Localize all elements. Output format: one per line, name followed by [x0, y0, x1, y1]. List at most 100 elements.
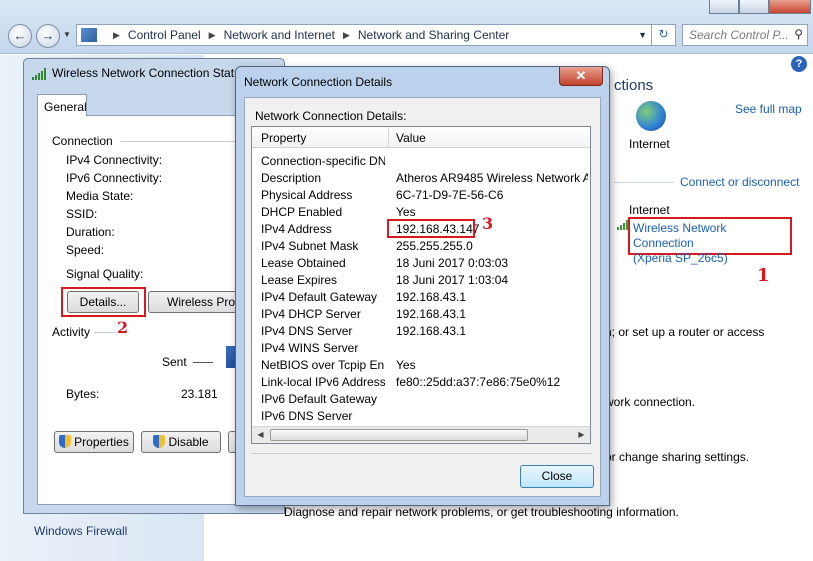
- table-row[interactable]: NetBIOS over Tcpip En... Yes: [252, 357, 590, 374]
- table-row[interactable]: IPv4 WINS Server: [252, 340, 590, 357]
- search-icon[interactable]: ⚲: [794, 27, 803, 41]
- divider: [94, 332, 116, 333]
- property-cell: Link-local IPv6 Address: [261, 375, 385, 389]
- annotation-box-3: [387, 219, 475, 238]
- network-connection-details-dialog: Network Connection Details ✕ Network Con…: [235, 66, 610, 506]
- control-panel-icon: [81, 28, 97, 42]
- wireless-signal-icon: [32, 68, 46, 80]
- back-arrow-icon[interactable]: ←: [8, 24, 32, 48]
- wnc-ssid: (Xperia SP_26c5): [633, 251, 728, 265]
- breadcrumb-network-internet[interactable]: Network and Internet: [224, 28, 335, 42]
- recent-pages-dropdown-icon[interactable]: ▼: [63, 30, 71, 39]
- setup-router-text: n; or set up a router or access: [605, 325, 765, 339]
- disable-button-label: Disable: [168, 435, 209, 449]
- work-connection-text: work connection.: [605, 395, 696, 409]
- table-row[interactable]: IPv6 DNS Server: [252, 408, 590, 425]
- ipv4-connectivity-label: IPv4 Connectivity:: [66, 153, 163, 167]
- address-dropdown-icon[interactable]: ▼: [638, 30, 647, 40]
- scrollbar-thumb[interactable]: [270, 429, 528, 441]
- ipv6-connectivity-label: IPv6 Connectivity:: [66, 171, 163, 185]
- bytes-sent-value: 23.181: [181, 387, 218, 401]
- tab-general[interactable]: General: [37, 94, 87, 116]
- properties-button-label: Properties: [74, 435, 129, 449]
- sharing-settings-text: or change sharing settings.: [605, 450, 750, 464]
- signal-quality-label: Signal Quality:: [66, 267, 144, 281]
- search-placeholder: Search Control P...: [689, 28, 789, 42]
- details-dialog-title: Network Connection Details: [244, 75, 393, 89]
- table-row[interactable]: Lease Expires 18 Juni 2017 1:03:04: [252, 272, 590, 289]
- property-cell: IPv6 Default Gateway: [261, 392, 378, 406]
- connect-or-disconnect-link[interactable]: Connect or disconnect: [680, 175, 799, 189]
- wnc-label: Wireless Network Connection: [633, 221, 727, 250]
- value-cell: 6C-71-D9-7E-56-C6: [396, 188, 504, 202]
- forward-arrow-icon[interactable]: →: [36, 24, 60, 48]
- value-cell: fe80::25dd:a37:7e86:75e0%12: [396, 375, 561, 389]
- table-row[interactable]: IPv4 DHCP Server 192.168.43.1: [252, 306, 590, 323]
- internet-label: Internet: [629, 137, 670, 151]
- uac-shield-icon: [59, 435, 72, 448]
- property-cell: NetBIOS over Tcpip En...: [261, 358, 385, 372]
- value-cell: 255.255.255.0: [396, 239, 473, 253]
- table-row[interactable]: IPv4 Subnet Mask 255.255.255.0: [252, 238, 590, 255]
- details-list[interactable]: Property Value Connection-specific DN...…: [251, 126, 591, 444]
- refresh-icon[interactable]: ↻: [651, 24, 675, 46]
- scroll-right-icon[interactable]: ▶: [573, 427, 590, 443]
- table-row[interactable]: Link-local IPv6 Address fe80::25dd:a37:7e…: [252, 374, 590, 391]
- sent-label: Sent: [162, 355, 187, 369]
- details-caption: Network Connection Details:: [255, 109, 407, 123]
- close-button[interactable]: Close: [520, 465, 594, 488]
- table-row[interactable]: Description Atheros AR9485 Wireless Netwo…: [252, 170, 590, 187]
- troubleshoot-text: Diagnose and repair network problems, or…: [284, 505, 679, 519]
- value-cell: 192.168.43.1: [396, 290, 467, 304]
- chevron-right-icon[interactable]: ▶: [343, 30, 350, 41]
- disable-button[interactable]: Disable: [141, 431, 221, 453]
- scroll-left-icon[interactable]: ◀: [252, 427, 269, 443]
- page-heading: ctions: [614, 77, 654, 94]
- table-row[interactable]: IPv6 Default Gateway: [252, 391, 590, 408]
- media-state-label: Media State:: [66, 189, 134, 203]
- breadcrumb-control-panel[interactable]: Control Panel: [128, 28, 201, 42]
- window-close-button[interactable]: [769, 0, 811, 14]
- close-icon[interactable]: ✕: [559, 67, 603, 86]
- column-header-property[interactable]: Property: [261, 131, 306, 145]
- column-header-value[interactable]: Value: [396, 131, 426, 145]
- sent-line: [193, 362, 213, 363]
- value-cell: 18 Juni 2017 1:03:04: [396, 273, 509, 287]
- see-full-map-link[interactable]: See full map: [735, 102, 802, 116]
- property-cell: Lease Expires: [261, 273, 338, 287]
- table-row[interactable]: Connection-specific DN...: [252, 153, 590, 170]
- address-bar[interactable]: ▶ Control Panel ▶ Network and Internet ▶…: [76, 24, 676, 46]
- chevron-right-icon[interactable]: ▶: [209, 30, 216, 41]
- table-row[interactable]: IPv4 Default Gateway 192.168.43.1: [252, 289, 590, 306]
- search-input[interactable]: Search Control P... ⚲: [682, 24, 808, 46]
- horizontal-scrollbar[interactable]: ◀ ▶: [252, 426, 590, 443]
- wireless-network-connection-link[interactable]: Wireless Network Connection (Xperia SP_2…: [628, 217, 792, 265]
- breadcrumb-network-sharing-center[interactable]: Network and Sharing Center: [358, 28, 509, 42]
- property-cell: Connection-specific DN...: [261, 154, 385, 168]
- internet-globe-icon: [636, 101, 666, 131]
- table-row[interactable]: Lease Obtained 18 Juni 2017 0:03:03: [252, 255, 590, 272]
- property-cell: Lease Obtained: [261, 256, 346, 270]
- column-divider[interactable]: [388, 127, 389, 148]
- annotation-mark-1: 1: [757, 265, 770, 286]
- annotation-mark-3: 3: [482, 214, 494, 233]
- properties-button[interactable]: Properties: [54, 431, 134, 453]
- table-row[interactable]: Physical Address 6C-71-D9-7E-56-C6: [252, 187, 590, 204]
- value-cell: 192.168.43.1: [396, 307, 467, 321]
- value-cell: 18 Juni 2017 0:03:03: [396, 256, 509, 270]
- windows-firewall-link[interactable]: Windows Firewall: [34, 524, 127, 538]
- property-cell: IPv4 WINS Server: [261, 341, 359, 355]
- annotation-box-2: [61, 287, 146, 317]
- minimize-button[interactable]: [709, 0, 739, 14]
- table-row[interactable]: IPv4 DNS Server 192.168.43.1: [252, 323, 590, 340]
- speed-label: Speed:: [66, 243, 105, 257]
- connection-group-label: Connection: [52, 134, 113, 148]
- property-cell: IPv4 Subnet Mask: [261, 239, 359, 253]
- property-cell: IPv4 DHCP Server: [261, 307, 361, 321]
- activity-group-label: Activity: [52, 325, 91, 339]
- divider: [614, 182, 674, 183]
- maximize-button[interactable]: [739, 0, 769, 14]
- uac-shield-icon: [153, 435, 166, 448]
- chevron-right-icon[interactable]: ▶: [113, 30, 120, 41]
- list-header: Property Value: [252, 127, 590, 148]
